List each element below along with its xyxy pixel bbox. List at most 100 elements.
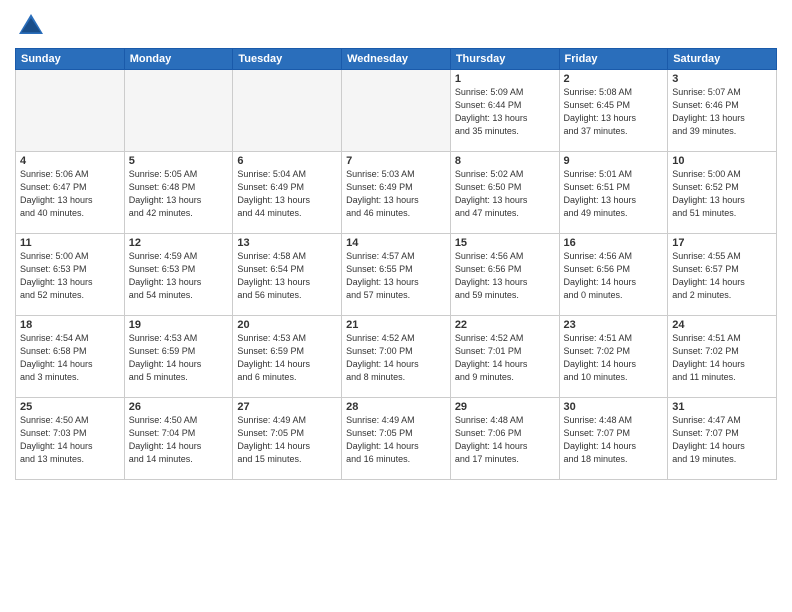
week-row-2: 11Sunrise: 5:00 AM Sunset: 6:53 PM Dayli… [16,234,777,316]
calendar-cell [342,70,451,152]
calendar-cell: 23Sunrise: 4:51 AM Sunset: 7:02 PM Dayli… [559,316,668,398]
weekday-header-row: SundayMondayTuesdayWednesdayThursdayFrid… [16,49,777,70]
day-number: 18 [20,319,120,331]
calendar-cell [124,70,233,152]
calendar-cell: 4Sunrise: 5:06 AM Sunset: 6:47 PM Daylig… [16,152,125,234]
day-info: Sunrise: 4:52 AM Sunset: 7:01 PM Dayligh… [455,332,555,384]
day-info: Sunrise: 4:57 AM Sunset: 6:55 PM Dayligh… [346,250,446,302]
day-number: 29 [455,401,555,413]
day-number: 1 [455,73,555,85]
day-number: 9 [564,155,664,167]
day-info: Sunrise: 4:59 AM Sunset: 6:53 PM Dayligh… [129,250,229,302]
calendar-cell: 13Sunrise: 4:58 AM Sunset: 6:54 PM Dayli… [233,234,342,316]
day-number: 10 [672,155,772,167]
day-number: 13 [237,237,337,249]
day-info: Sunrise: 4:56 AM Sunset: 6:56 PM Dayligh… [564,250,664,302]
calendar-cell: 2Sunrise: 5:08 AM Sunset: 6:45 PM Daylig… [559,70,668,152]
day-number: 11 [20,237,120,249]
day-info: Sunrise: 5:07 AM Sunset: 6:46 PM Dayligh… [672,86,772,138]
day-info: Sunrise: 4:55 AM Sunset: 6:57 PM Dayligh… [672,250,772,302]
calendar-cell: 1Sunrise: 5:09 AM Sunset: 6:44 PM Daylig… [450,70,559,152]
calendar-cell: 24Sunrise: 4:51 AM Sunset: 7:02 PM Dayli… [668,316,777,398]
calendar-cell: 17Sunrise: 4:55 AM Sunset: 6:57 PM Dayli… [668,234,777,316]
calendar-cell: 12Sunrise: 4:59 AM Sunset: 6:53 PM Dayli… [124,234,233,316]
day-number: 14 [346,237,446,249]
logo [15,10,51,42]
day-info: Sunrise: 5:03 AM Sunset: 6:49 PM Dayligh… [346,168,446,220]
day-info: Sunrise: 5:01 AM Sunset: 6:51 PM Dayligh… [564,168,664,220]
header [15,10,777,42]
weekday-header-monday: Monday [124,49,233,70]
calendar-cell: 22Sunrise: 4:52 AM Sunset: 7:01 PM Dayli… [450,316,559,398]
day-number: 5 [129,155,229,167]
day-number: 15 [455,237,555,249]
day-number: 24 [672,319,772,331]
day-number: 19 [129,319,229,331]
calendar-cell: 29Sunrise: 4:48 AM Sunset: 7:06 PM Dayli… [450,398,559,480]
week-row-0: 1Sunrise: 5:09 AM Sunset: 6:44 PM Daylig… [16,70,777,152]
weekday-header-saturday: Saturday [668,49,777,70]
calendar-cell: 8Sunrise: 5:02 AM Sunset: 6:50 PM Daylig… [450,152,559,234]
day-info: Sunrise: 5:02 AM Sunset: 6:50 PM Dayligh… [455,168,555,220]
day-info: Sunrise: 5:08 AM Sunset: 6:45 PM Dayligh… [564,86,664,138]
day-info: Sunrise: 4:49 AM Sunset: 7:05 PM Dayligh… [237,414,337,466]
day-info: Sunrise: 4:54 AM Sunset: 6:58 PM Dayligh… [20,332,120,384]
calendar-cell: 6Sunrise: 5:04 AM Sunset: 6:49 PM Daylig… [233,152,342,234]
day-number: 31 [672,401,772,413]
day-number: 26 [129,401,229,413]
calendar-cell: 19Sunrise: 4:53 AM Sunset: 6:59 PM Dayli… [124,316,233,398]
day-info: Sunrise: 5:00 AM Sunset: 6:53 PM Dayligh… [20,250,120,302]
day-info: Sunrise: 5:05 AM Sunset: 6:48 PM Dayligh… [129,168,229,220]
day-info: Sunrise: 4:47 AM Sunset: 7:07 PM Dayligh… [672,414,772,466]
day-number: 8 [455,155,555,167]
day-number: 23 [564,319,664,331]
day-info: Sunrise: 5:06 AM Sunset: 6:47 PM Dayligh… [20,168,120,220]
day-info: Sunrise: 4:51 AM Sunset: 7:02 PM Dayligh… [672,332,772,384]
day-number: 6 [237,155,337,167]
week-row-4: 25Sunrise: 4:50 AM Sunset: 7:03 PM Dayli… [16,398,777,480]
day-info: Sunrise: 4:56 AM Sunset: 6:56 PM Dayligh… [455,250,555,302]
calendar-cell: 27Sunrise: 4:49 AM Sunset: 7:05 PM Dayli… [233,398,342,480]
day-info: Sunrise: 4:51 AM Sunset: 7:02 PM Dayligh… [564,332,664,384]
calendar-cell: 7Sunrise: 5:03 AM Sunset: 6:49 PM Daylig… [342,152,451,234]
calendar-cell [16,70,125,152]
calendar-cell: 25Sunrise: 4:50 AM Sunset: 7:03 PM Dayli… [16,398,125,480]
week-row-1: 4Sunrise: 5:06 AM Sunset: 6:47 PM Daylig… [16,152,777,234]
day-number: 20 [237,319,337,331]
week-row-3: 18Sunrise: 4:54 AM Sunset: 6:58 PM Dayli… [16,316,777,398]
weekday-header-sunday: Sunday [16,49,125,70]
day-info: Sunrise: 5:09 AM Sunset: 6:44 PM Dayligh… [455,86,555,138]
day-number: 21 [346,319,446,331]
day-info: Sunrise: 5:04 AM Sunset: 6:49 PM Dayligh… [237,168,337,220]
calendar-cell: 3Sunrise: 5:07 AM Sunset: 6:46 PM Daylig… [668,70,777,152]
day-info: Sunrise: 4:48 AM Sunset: 7:06 PM Dayligh… [455,414,555,466]
day-number: 27 [237,401,337,413]
page: SundayMondayTuesdayWednesdayThursdayFrid… [0,0,792,612]
day-info: Sunrise: 4:53 AM Sunset: 6:59 PM Dayligh… [237,332,337,384]
day-number: 7 [346,155,446,167]
day-number: 25 [20,401,120,413]
calendar-cell: 28Sunrise: 4:49 AM Sunset: 7:05 PM Dayli… [342,398,451,480]
calendar-cell: 31Sunrise: 4:47 AM Sunset: 7:07 PM Dayli… [668,398,777,480]
calendar-cell: 30Sunrise: 4:48 AM Sunset: 7:07 PM Dayli… [559,398,668,480]
day-info: Sunrise: 4:50 AM Sunset: 7:04 PM Dayligh… [129,414,229,466]
calendar-cell: 10Sunrise: 5:00 AM Sunset: 6:52 PM Dayli… [668,152,777,234]
calendar-cell: 16Sunrise: 4:56 AM Sunset: 6:56 PM Dayli… [559,234,668,316]
day-info: Sunrise: 4:50 AM Sunset: 7:03 PM Dayligh… [20,414,120,466]
calendar-cell: 18Sunrise: 4:54 AM Sunset: 6:58 PM Dayli… [16,316,125,398]
weekday-header-thursday: Thursday [450,49,559,70]
day-number: 12 [129,237,229,249]
day-info: Sunrise: 4:58 AM Sunset: 6:54 PM Dayligh… [237,250,337,302]
calendar-table: SundayMondayTuesdayWednesdayThursdayFrid… [15,48,777,480]
weekday-header-tuesday: Tuesday [233,49,342,70]
day-info: Sunrise: 4:49 AM Sunset: 7:05 PM Dayligh… [346,414,446,466]
calendar-cell: 11Sunrise: 5:00 AM Sunset: 6:53 PM Dayli… [16,234,125,316]
day-number: 28 [346,401,446,413]
day-number: 22 [455,319,555,331]
day-number: 2 [564,73,664,85]
day-number: 16 [564,237,664,249]
day-info: Sunrise: 4:52 AM Sunset: 7:00 PM Dayligh… [346,332,446,384]
day-info: Sunrise: 4:48 AM Sunset: 7:07 PM Dayligh… [564,414,664,466]
day-number: 3 [672,73,772,85]
logo-icon [15,10,47,42]
